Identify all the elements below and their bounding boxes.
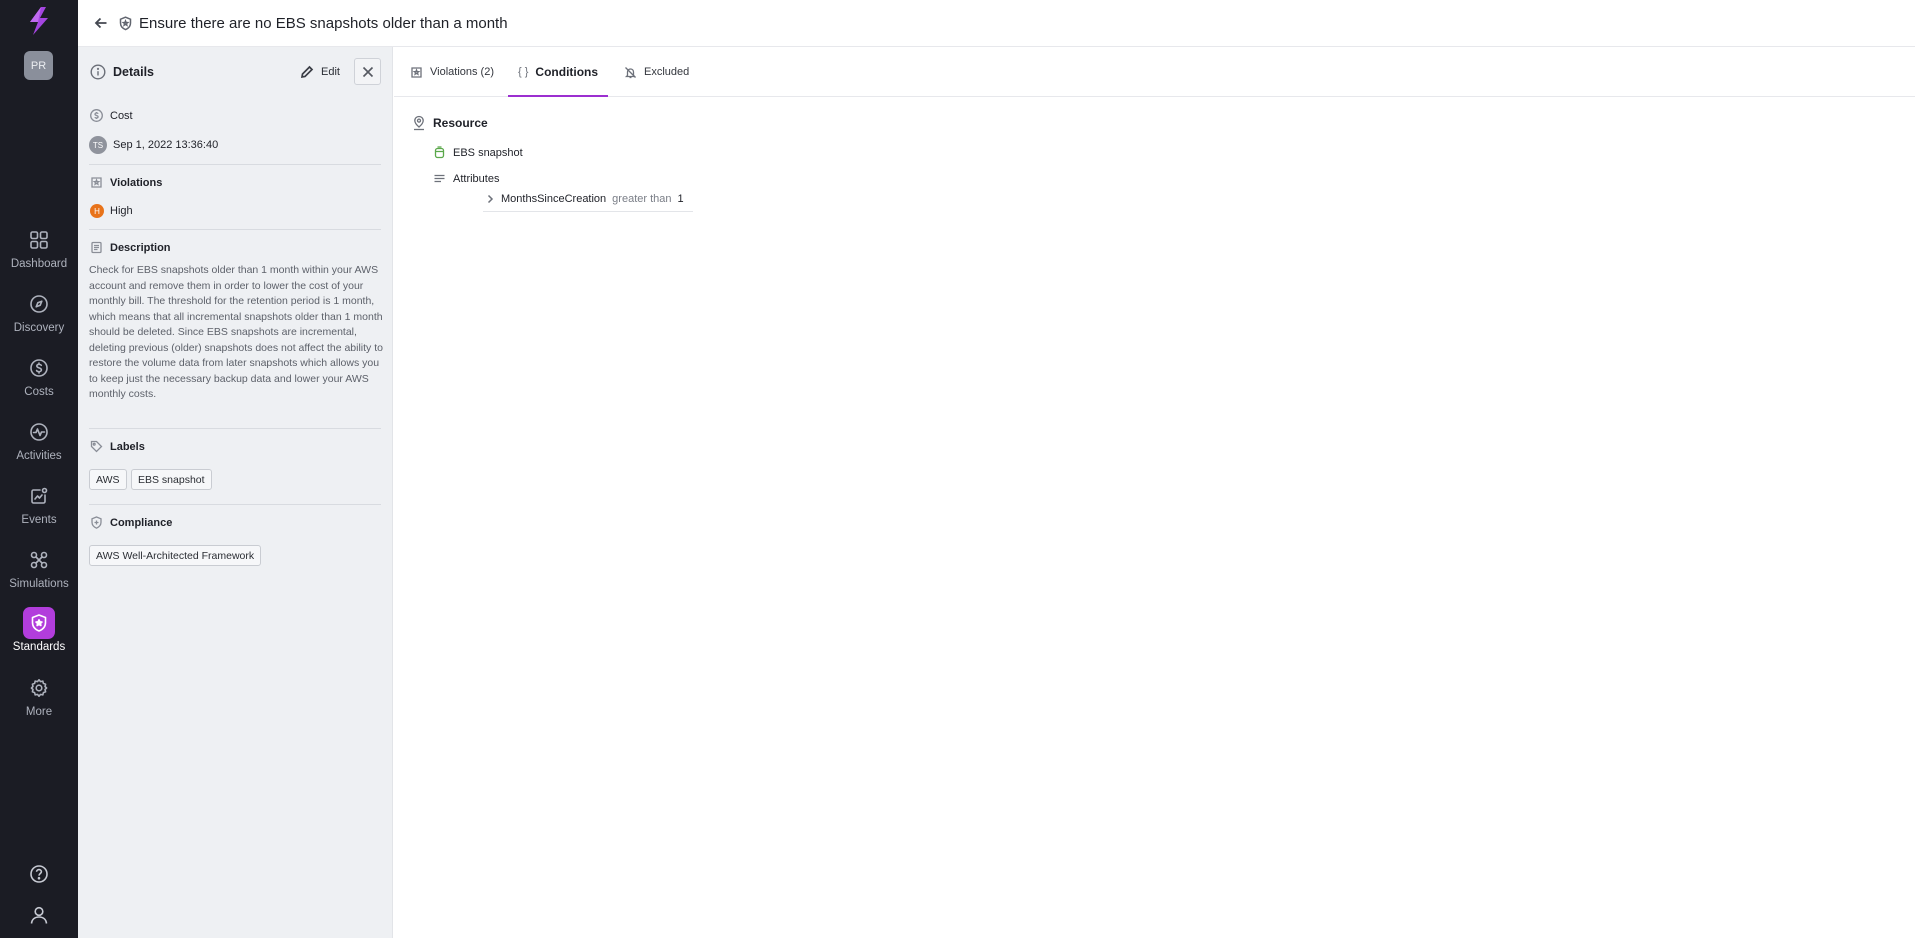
tab-label: Excluded xyxy=(644,66,690,78)
description-section-label: Description xyxy=(90,241,171,254)
pencil-icon xyxy=(300,65,314,79)
labels-section-label: Labels xyxy=(90,440,145,453)
tag-icon xyxy=(90,440,103,453)
nav-standards[interactable]: Standards xyxy=(0,607,78,663)
label-chip[interactable]: AWS xyxy=(89,469,127,490)
divider xyxy=(483,211,693,212)
nav-activities[interactable]: Activities xyxy=(0,418,78,474)
app-logo[interactable] xyxy=(27,7,51,35)
nav-label: Simulations xyxy=(9,578,69,590)
nav-label: Events xyxy=(21,514,57,526)
nav-label: Costs xyxy=(24,386,54,398)
activity-icon xyxy=(25,418,53,446)
violations-icon xyxy=(91,177,102,188)
location-pin-icon xyxy=(414,115,424,131)
tab-bar: Violations (2) { } Conditions Excluded xyxy=(394,47,1915,97)
page-header: Ensure there are no EBS snapshots older … xyxy=(78,0,1915,47)
severity-text: High xyxy=(110,205,133,217)
nav-dashboard[interactable]: Dashboard xyxy=(0,226,78,282)
info-icon xyxy=(90,64,106,80)
workspace-avatar[interactable]: PR xyxy=(24,51,53,80)
attribute-key: MonthsSinceCreation xyxy=(501,193,607,205)
braces-icon: { } xyxy=(518,66,529,78)
divider xyxy=(89,504,381,505)
ebs-snapshot-icon xyxy=(434,146,445,159)
shield-icon xyxy=(23,607,55,639)
compliance-section-label: Compliance xyxy=(90,516,172,529)
nav-label: Activities xyxy=(16,450,62,462)
nav-events[interactable]: Events xyxy=(0,482,78,538)
divider xyxy=(89,229,381,230)
bell-off-icon xyxy=(624,66,637,78)
attribute-value: 1 xyxy=(677,193,684,205)
resource-type-row: EBS snapshot xyxy=(433,146,523,159)
created-date: Sep 1, 2022 13:36:40 xyxy=(113,139,219,151)
author-avatar: TS xyxy=(89,136,107,154)
resource-type: EBS snapshot xyxy=(453,146,523,159)
tab-conditions[interactable]: { } Conditions xyxy=(508,47,609,97)
resource-label: Resource xyxy=(433,116,488,130)
severity-badge: H xyxy=(90,204,104,218)
tab-excluded[interactable]: Excluded xyxy=(624,47,689,97)
list-icon xyxy=(434,174,445,183)
tab-label: Conditions xyxy=(535,65,599,79)
compass-icon xyxy=(25,290,53,318)
details-panel: Details Edit Cost TS Sep 1, 2022 13:36:4… xyxy=(78,47,393,938)
category-row: Cost xyxy=(90,109,133,122)
simulations-icon xyxy=(25,546,53,574)
nav-simulations[interactable]: Simulations xyxy=(0,546,78,602)
resource-heading: Resource xyxy=(411,115,488,131)
tab-violations[interactable]: Violations (2) xyxy=(410,47,494,97)
back-button[interactable] xyxy=(92,14,110,32)
compliance-chip[interactable]: AWS Well-Architected Framework xyxy=(89,545,262,566)
divider xyxy=(89,428,381,429)
divider xyxy=(89,164,381,165)
gear-icon xyxy=(25,674,53,702)
label-chip[interactable]: EBS snapshot xyxy=(131,469,212,490)
nav-costs[interactable]: Costs xyxy=(0,354,78,410)
nav-label: Discovery xyxy=(13,322,65,334)
close-button[interactable] xyxy=(354,58,381,85)
shield-icon xyxy=(91,516,102,529)
category-label: Cost xyxy=(110,109,133,122)
nav-label: More xyxy=(25,706,53,718)
chevron-right-icon[interactable] xyxy=(485,194,495,204)
attribute-condition[interactable]: MonthsSinceCreation greater than 1 xyxy=(485,193,684,205)
nav-more[interactable]: More xyxy=(0,674,78,730)
dashboard-icon xyxy=(25,226,53,254)
nav-label: Standards xyxy=(12,641,66,653)
user-icon[interactable] xyxy=(26,902,52,928)
shield-icon xyxy=(118,15,133,31)
nav-label: Dashboard xyxy=(10,258,68,270)
description-text: Check for EBS snapshots older than 1 mon… xyxy=(89,264,383,400)
attributes-label: Attributes xyxy=(453,172,500,185)
details-title: Details xyxy=(113,65,154,79)
help-icon[interactable] xyxy=(26,861,52,887)
attribute-operator: greater than xyxy=(612,193,672,205)
close-icon xyxy=(362,66,373,77)
violations-icon xyxy=(411,66,422,78)
page-title: Ensure there are no EBS snapshots older … xyxy=(139,14,508,32)
arrow-left-icon xyxy=(94,17,107,29)
events-icon xyxy=(25,482,53,510)
edit-label: Edit xyxy=(321,66,340,78)
document-icon xyxy=(91,241,102,254)
attributes-row: Attributes xyxy=(433,172,499,185)
violations-section-label: Violations xyxy=(90,176,162,189)
nav-discovery[interactable]: Discovery xyxy=(0,290,78,346)
edit-button[interactable]: Edit xyxy=(300,62,340,82)
dollar-icon xyxy=(25,354,53,382)
details-header: Details Edit xyxy=(78,47,392,96)
left-nav: PR Dashboard Discovery Costs Activities … xyxy=(0,0,78,938)
tab-label: Violations (2) xyxy=(430,66,494,78)
dollar-icon xyxy=(90,109,103,122)
